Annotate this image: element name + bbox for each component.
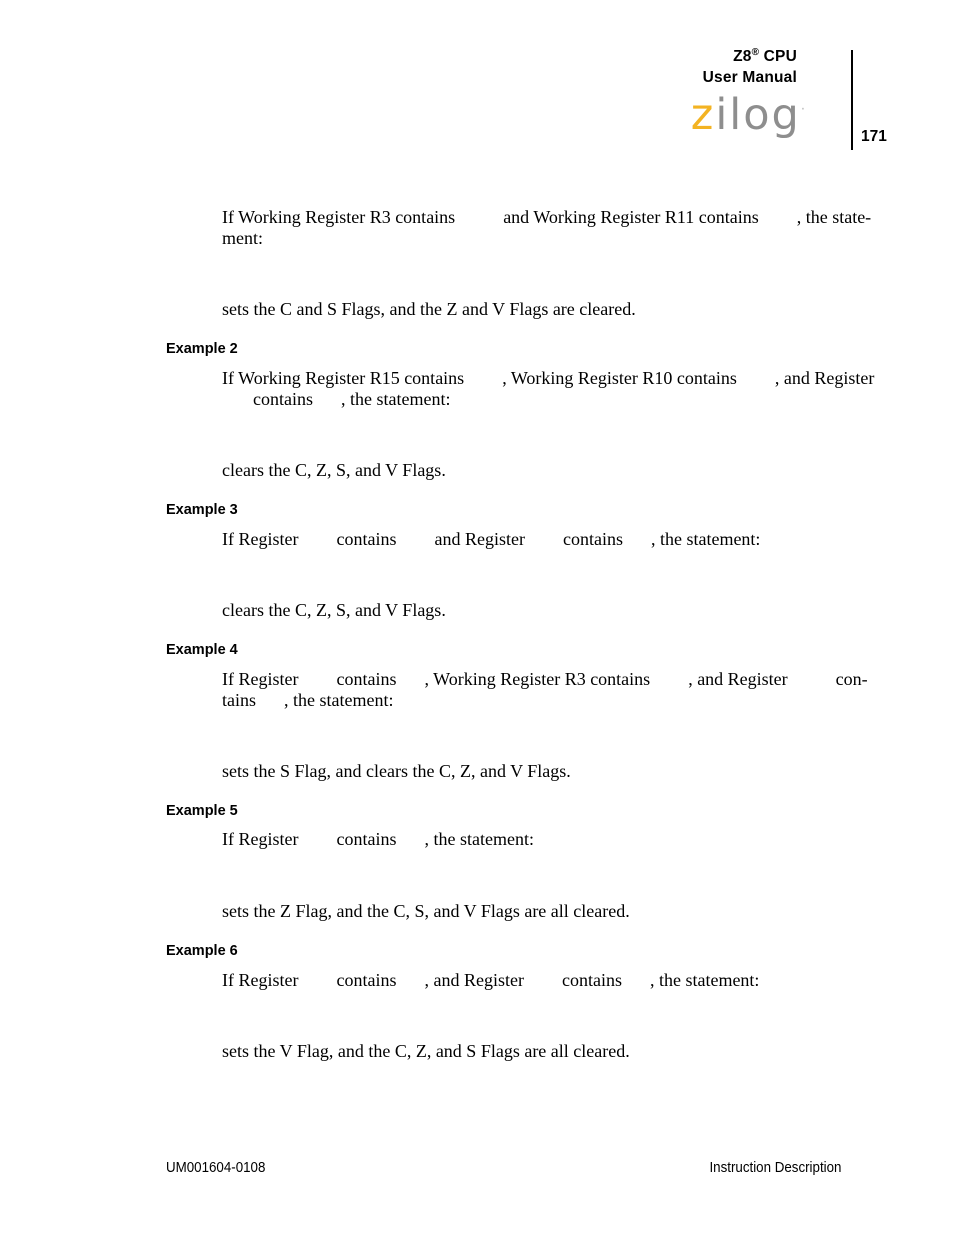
example5-operand-blank-1 — [298, 829, 336, 850]
example4-operand-blank-2 — [396, 669, 424, 690]
example6-condition-line1: If Register contains , and Register cont… — [222, 970, 837, 991]
example6-statement — [276, 1001, 716, 1022]
example5-statement — [276, 860, 716, 881]
example3-condition-line1: If Register contains and Register contai… — [222, 529, 837, 550]
example2-text-b: , Working Register R10 contains — [502, 368, 737, 388]
example6-result: sets the V Flag, and the C, Z, and S Fla… — [222, 1041, 630, 1061]
example4-condition: If Register contains , Working Register … — [222, 669, 868, 711]
example2-result: clears the C, Z, S, and V Flags. — [222, 460, 446, 480]
example4-text-d: , and Register — [688, 669, 788, 689]
zilog-logo-z: z — [690, 90, 716, 140]
example6-text-e: , the statement: — [649, 970, 760, 990]
example6-text-a: If Register — [222, 970, 299, 990]
example4-text-a: If Register — [222, 669, 299, 689]
example2-statement — [276, 419, 716, 440]
page-footer: UM001604-0108 Instruction Description — [0, 1158, 954, 1180]
example1-operand-blank-1 — [455, 207, 503, 228]
example4-condition-line2: tains , the statement: — [222, 690, 837, 711]
example2-condition: If Working Register R15 contains , Worki… — [222, 368, 874, 410]
example1-text-c: , the state- — [796, 207, 872, 227]
example5-condition: If Register contains , the statement: — [222, 829, 837, 850]
product-name-tail: CPU — [759, 48, 797, 65]
example5-heading: Example 5 — [166, 803, 238, 819]
example3-operand-blank-4 — [623, 529, 651, 550]
example4-operand-blank-1 — [298, 669, 336, 690]
example1-text-b: and Working Register R11 contains — [503, 207, 759, 227]
example3-statement — [276, 560, 716, 581]
manual-title-line2: User Manual — [702, 69, 797, 86]
example5-text-a: If Register — [222, 829, 299, 849]
example3-text-d: contains — [562, 529, 623, 549]
example4-text-f: tains — [222, 690, 256, 710]
example2-operand-blank-3 — [313, 389, 341, 410]
example2-heading: Example 2 — [166, 341, 238, 357]
example4-text-e: con- — [835, 669, 868, 689]
example2-operand-blank-2 — [737, 368, 775, 389]
example2-text-e: , the statement: — [341, 389, 451, 409]
example6-operand-blank-3 — [524, 970, 562, 991]
example3-result: clears the C, Z, S, and V Flags. — [222, 600, 446, 620]
example4-operand-blank-5 — [256, 690, 284, 711]
footer-section-name: Instruction Description — [709, 1160, 841, 1176]
example4-text-g: , the statement: — [284, 690, 394, 710]
example3-operand-blank-3 — [525, 529, 563, 550]
example6-operand-blank-1 — [298, 970, 336, 991]
example6-condition: If Register contains , and Register cont… — [222, 970, 837, 991]
example3-text-a: If Register — [222, 529, 299, 549]
example6-operand-blank-4 — [622, 970, 650, 991]
example6-text-b: contains — [336, 970, 397, 990]
example4-heading: Example 4 — [166, 642, 238, 658]
example1-condition-line1: If Working Register R3 contains and Work… — [222, 207, 871, 228]
example4-condition-line1: If Register contains , Working Register … — [222, 669, 868, 690]
example5-text-b: contains — [336, 829, 397, 849]
page-number: 171 — [861, 128, 887, 145]
example4-operand-blank-3 — [650, 669, 688, 690]
example2-condition-line2: contains , the statement: — [222, 389, 837, 410]
example2-text-a: If Working Register R15 contains — [222, 368, 465, 388]
example1-text-a: If Working Register R3 contains — [222, 207, 456, 227]
example5-condition-line1: If Register contains , the statement: — [222, 829, 837, 850]
zilog-logo: zilog· — [691, 94, 805, 137]
manual-title: Z8® CPU User Manual — [703, 46, 797, 88]
example3-condition: If Register contains and Register contai… — [222, 529, 837, 550]
example4-operand-blank-4 — [788, 669, 836, 690]
example3-text-b: contains — [336, 529, 397, 549]
example6-heading: Example 6 — [166, 943, 238, 959]
example5-result: sets the Z Flag, and the C, S, and V Fla… — [222, 901, 630, 921]
example2-operand-blank-1 — [464, 368, 502, 389]
example3-operand-blank-1 — [298, 529, 336, 550]
footer-document-id: UM001604-0108 — [166, 1160, 266, 1176]
example4-statement — [276, 720, 716, 741]
example4-result: sets the S Flag, and clears the C, Z, an… — [222, 761, 571, 781]
example5-text-c: , the statement: — [424, 829, 534, 849]
example2-text-c: , and Register — [774, 368, 875, 388]
example3-operand-blank-2 — [396, 529, 434, 550]
example5-operand-blank-2 — [396, 829, 424, 850]
example1-statement — [276, 258, 716, 279]
example1-result: sets the C and S Flags, and the Z and V … — [222, 299, 636, 319]
product-name: Z8 — [733, 48, 752, 65]
example3-heading: Example 3 — [166, 502, 238, 518]
example1-condition-line2: ment: — [222, 228, 263, 248]
manual-title-line1: Z8® CPU — [703, 46, 797, 67]
example6-text-c: , and Register — [424, 970, 524, 990]
example1-condition: If Working Register R3 contains and Work… — [222, 207, 871, 249]
example3-text-e: , the statement: — [650, 529, 761, 549]
example1-operand-blank-2 — [759, 207, 797, 228]
example2-text-d: contains — [253, 389, 313, 409]
example4-text-b: contains — [336, 669, 397, 689]
zilog-logo-ilog: ilog — [715, 90, 801, 140]
zilog-logo-registered-icon: · — [800, 102, 805, 118]
example6-operand-blank-2 — [396, 970, 424, 991]
example4-text-c: , Working Register R3 contains — [424, 669, 651, 689]
example3-text-c: and Register — [434, 529, 525, 549]
example2-condition-line1: If Working Register R15 contains , Worki… — [222, 368, 874, 389]
example6-text-d: contains — [561, 970, 622, 990]
header-vertical-rule — [851, 50, 853, 150]
page-header: Z8® CPU User Manual zilog· — [600, 46, 900, 156]
